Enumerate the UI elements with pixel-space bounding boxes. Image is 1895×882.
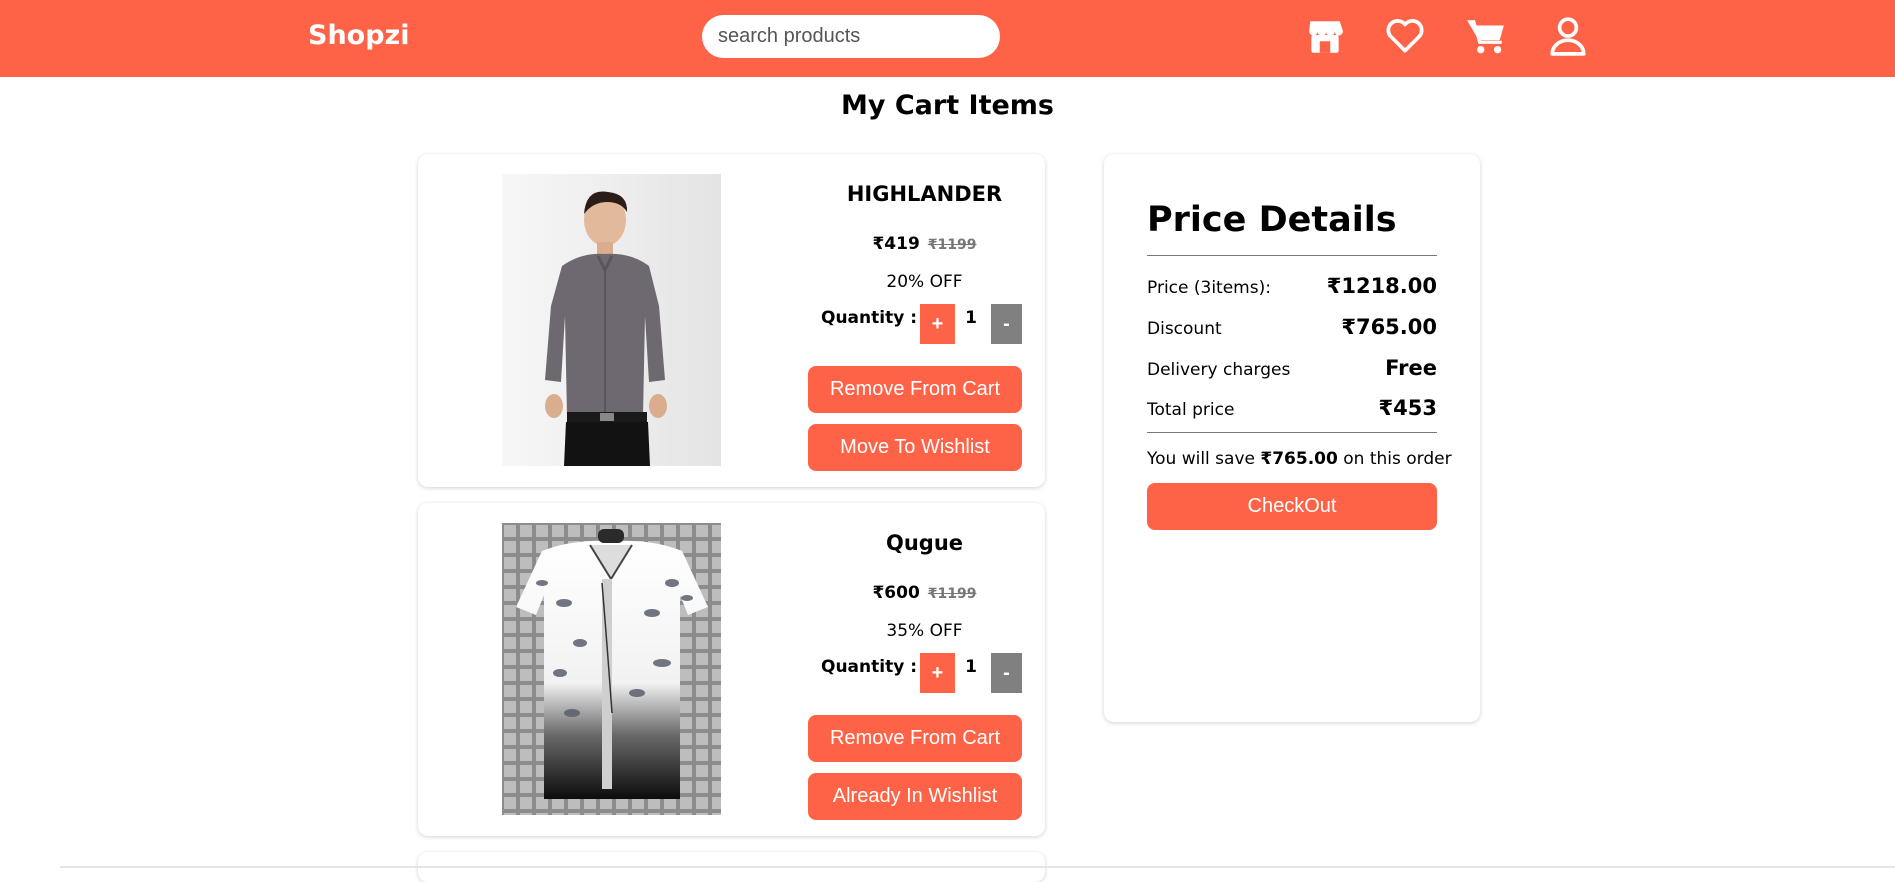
cart-item-card: Qugue ₹600 ₹1199 35% OFF Quantity : + 1 -…	[418, 503, 1045, 836]
quantity-stepper: Quantity : + 1 -	[808, 304, 1041, 344]
row-label: Delivery charges	[1147, 360, 1291, 380]
quantity-value: 1	[965, 308, 977, 328]
wishlist-button[interactable]	[1383, 14, 1427, 58]
discount-text: 35% OFF	[886, 621, 963, 641]
divider	[1147, 255, 1437, 256]
original-price: ₹1199	[927, 586, 977, 602]
product-image[interactable]	[502, 523, 721, 815]
move-to-wishlist-button[interactable]: Move To Wishlist	[808, 424, 1022, 471]
original-price: ₹1199	[927, 237, 977, 253]
top-navbar: Shopzi	[0, 0, 1895, 77]
cart-button[interactable]	[1464, 14, 1508, 58]
decrease-quantity-button[interactable]: -	[991, 304, 1022, 344]
price-row: ₹600 ₹1199	[808, 583, 1041, 603]
summary-row-delivery: Delivery charges Free	[1147, 356, 1437, 382]
row-label: Price (3items):	[1147, 278, 1271, 298]
heart-icon	[1386, 19, 1424, 53]
cart-icon	[1467, 19, 1504, 54]
increase-quantity-button[interactable]: +	[920, 653, 955, 693]
summary-row-total: Total price ₹453	[1147, 396, 1437, 422]
already-in-wishlist-button[interactable]: Already In Wishlist	[808, 773, 1022, 820]
summary-row-discount: Discount ₹765.00	[1147, 315, 1437, 341]
sale-price: ₹600	[872, 583, 920, 603]
store-icon	[1309, 21, 1343, 53]
store-button[interactable]	[1303, 14, 1347, 58]
product-image[interactable]	[502, 174, 721, 466]
quantity-stepper: Quantity : + 1 -	[808, 653, 1041, 693]
cart-item-card: HIGHLANDER ₹419 ₹1199 20% OFF Quantity : …	[418, 154, 1045, 487]
logo[interactable]: Shopzi	[308, 20, 410, 51]
product-name[interactable]: Qugue	[808, 531, 1041, 555]
remove-from-cart-button[interactable]: Remove From Cart	[808, 366, 1022, 413]
profile-button[interactable]	[1546, 14, 1590, 58]
row-value: ₹1218.00	[1326, 274, 1437, 298]
user-icon	[1550, 17, 1586, 56]
decrease-quantity-button[interactable]: -	[991, 653, 1022, 693]
quantity-label: Quantity :	[821, 308, 918, 328]
savings-prefix: You will save	[1147, 449, 1255, 469]
row-value: ₹453	[1378, 396, 1437, 420]
product-name[interactable]: HIGHLANDER	[808, 182, 1041, 206]
row-value: ₹765.00	[1341, 315, 1437, 339]
savings-amount: ₹765.00	[1260, 449, 1338, 469]
increase-quantity-button[interactable]: +	[920, 304, 955, 344]
price-details-panel: Price Details Price (3items): ₹1218.00 D…	[1104, 154, 1480, 722]
savings-text: You will save ₹765.00 on this order	[1147, 449, 1452, 469]
quantity-value: 1	[965, 657, 977, 677]
summary-row-price: Price (3items): ₹1218.00	[1147, 274, 1437, 300]
price-details-title: Price Details	[1147, 200, 1397, 240]
row-label: Discount	[1147, 319, 1222, 339]
quantity-label: Quantity :	[821, 657, 918, 677]
checkout-button[interactable]: CheckOut	[1147, 483, 1437, 530]
remove-from-cart-button[interactable]: Remove From Cart	[808, 715, 1022, 762]
search-input[interactable]	[702, 15, 1000, 58]
sale-price: ₹419	[872, 234, 920, 254]
row-value: Free	[1385, 356, 1437, 380]
savings-suffix: on this order	[1343, 449, 1452, 469]
price-row: ₹419 ₹1199	[808, 234, 1041, 254]
page-title: My Cart Items	[841, 90, 1054, 121]
row-label: Total price	[1147, 400, 1235, 420]
divider	[1147, 432, 1437, 433]
discount-text: 20% OFF	[886, 272, 963, 292]
